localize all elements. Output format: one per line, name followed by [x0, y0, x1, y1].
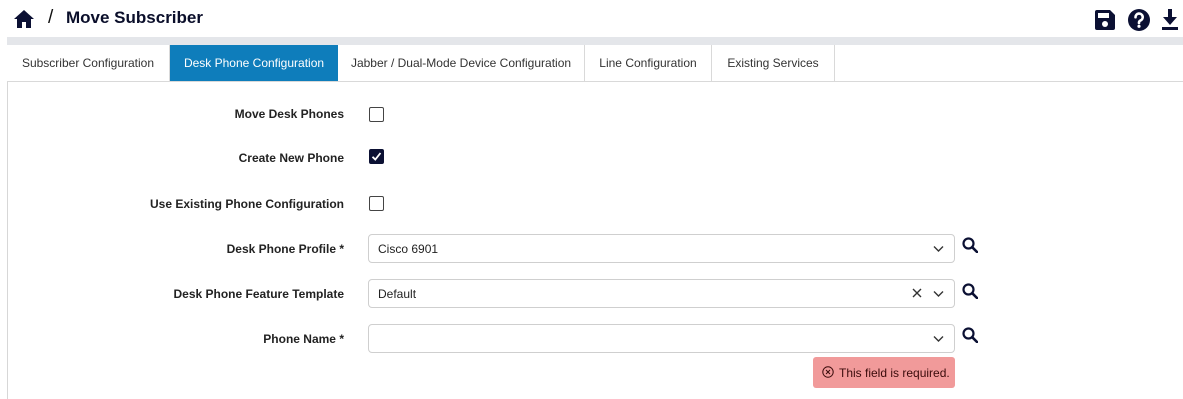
search-icon[interactable] — [962, 327, 978, 343]
create-new-phone-label: Create New Phone — [238, 151, 344, 165]
save-icon[interactable] — [1095, 9, 1115, 31]
error-circle-icon — [822, 366, 834, 378]
desk-phone-profile-label: Desk Phone Profile * — [226, 242, 344, 256]
phone-name-label: Phone Name * — [263, 332, 344, 346]
create-new-phone-checkbox[interactable] — [369, 149, 384, 164]
home-icon[interactable] — [14, 10, 34, 28]
validation-error-message: This field is required. — [813, 357, 955, 388]
header-divider — [7, 37, 1183, 45]
search-icon[interactable] — [962, 283, 978, 299]
phone-name-select[interactable] — [368, 324, 955, 353]
page-title: Move Subscriber — [66, 8, 203, 27]
tab-existing-services[interactable]: Existing Services — [712, 45, 835, 81]
tab-bar: Subscriber Configuration Desk Phone Conf… — [7, 45, 1183, 82]
breadcrumb-separator: / — [48, 7, 54, 28]
tab-jabber-dual-mode-configuration[interactable]: Jabber / Dual-Mode Device Configuration — [338, 45, 585, 81]
feature-template-label: Desk Phone Feature Template — [173, 287, 345, 301]
clear-icon[interactable] — [911, 287, 923, 299]
help-icon[interactable] — [1128, 9, 1150, 31]
desk-phone-profile-value: Cisco 6901 — [378, 242, 439, 256]
use-existing-phone-config-checkbox[interactable] — [369, 196, 384, 211]
error-text: This field is required. — [839, 366, 950, 380]
page-left-border — [7, 82, 8, 399]
search-icon[interactable] — [962, 237, 978, 253]
download-icon[interactable] — [1162, 9, 1178, 31]
desk-phone-profile-select[interactable]: Cisco 6901 — [368, 234, 955, 263]
chevron-down-icon[interactable] — [933, 290, 944, 298]
header-bar: / Move Subscriber — [0, 0, 1183, 38]
tab-line-configuration[interactable]: Line Configuration — [585, 45, 712, 81]
feature-template-value: Default — [378, 287, 417, 301]
checkmark-icon — [371, 152, 382, 161]
feature-template-select[interactable]: Default — [368, 279, 955, 308]
chevron-down-icon[interactable] — [933, 335, 944, 343]
tab-desk-phone-configuration[interactable]: Desk Phone Configuration — [170, 45, 338, 81]
move-desk-phones-label: Move Desk Phones — [234, 107, 344, 121]
tab-subscriber-configuration[interactable]: Subscriber Configuration — [7, 45, 170, 81]
move-desk-phones-checkbox[interactable] — [369, 107, 384, 122]
use-existing-phone-config-label: Use Existing Phone Configuration — [149, 197, 344, 211]
chevron-down-icon[interactable] — [933, 245, 944, 253]
